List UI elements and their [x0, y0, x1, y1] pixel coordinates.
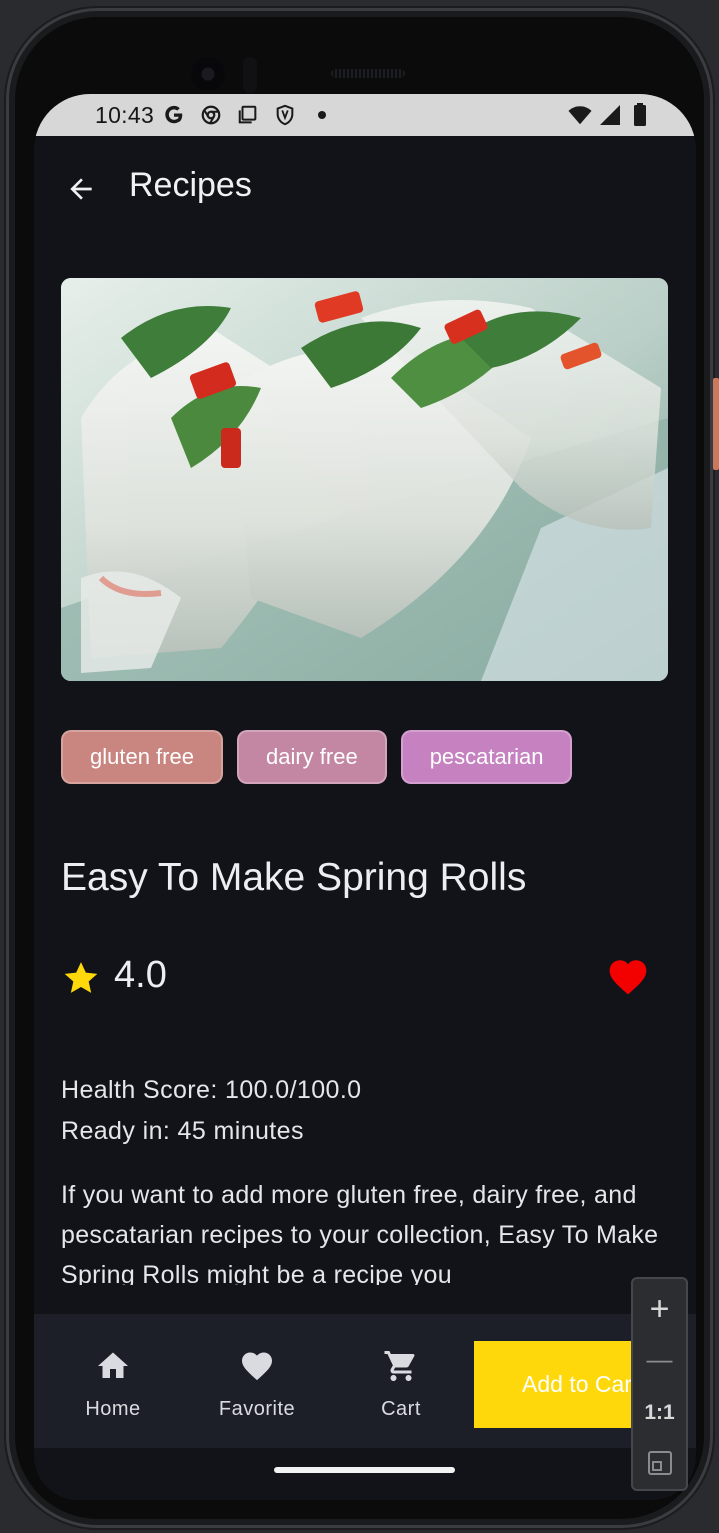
zoom-out-icon: — [646, 1343, 673, 1374]
home-icon [98, 1352, 128, 1378]
rating-row: 4.0 [61, 950, 661, 1000]
recipe-info: Health Score: 100.0/100.0 Ready in: 45 m… [61, 1070, 361, 1152]
cart-icon [384, 1351, 415, 1381]
nav-favorite[interactable]: Favorite [192, 1348, 322, 1421]
tag-label: dairy free [265, 744, 358, 769]
home-indicator[interactable] [274, 1467, 455, 1473]
zoom-in-button[interactable]: + [633, 1285, 686, 1333]
front-camera [191, 57, 225, 91]
status-time: 10:43 [95, 102, 155, 128]
health-score: Health Score: 100.0/100.0 [61, 1076, 362, 1104]
favorite-heart-icon[interactable] [607, 956, 649, 996]
dot-icon [310, 103, 334, 127]
actual-size-button[interactable]: 1:1 [633, 1391, 686, 1435]
recipe-image [61, 278, 668, 681]
system-icons [568, 103, 652, 127]
status-bar: 10:43 [34, 94, 696, 136]
battery-icon [628, 103, 652, 127]
power-button[interactable] [713, 378, 719, 470]
arrow-back-icon [70, 178, 92, 200]
nav-label-favorite: Favorite [218, 1398, 296, 1420]
screenshot-icon [236, 103, 260, 127]
fit-screen-icon [647, 1451, 672, 1475]
notification-icons [162, 103, 334, 127]
tag-gluten-free[interactable]: gluten free [61, 730, 223, 784]
emulator-zoom-controls: + — 1:1 [631, 1277, 688, 1491]
fit-screen-button[interactable] [633, 1443, 686, 1483]
star-icon [64, 962, 98, 993]
bottom-navigation: Home Favorite Cart Add to Cart [34, 1314, 696, 1448]
proximity-sensor [243, 57, 257, 93]
nav-label-home: Home [85, 1398, 141, 1420]
google-g-icon [162, 103, 186, 127]
page-title: Recipes [129, 166, 252, 204]
diet-tags: gluten free dairy free pescatarian [61, 730, 573, 784]
earpiece-speaker [331, 69, 405, 78]
tag-label: gluten free [90, 744, 194, 769]
actual-size-label: 1:1 [644, 1401, 675, 1424]
tag-label: pescatarian [429, 744, 544, 769]
wifi-icon [568, 103, 592, 127]
nav-home[interactable]: Home [48, 1348, 178, 1421]
recipe-description: If you want to add more gluten free, dai… [61, 1181, 659, 1285]
rating-value: 4.0 [114, 954, 167, 996]
tag-pescatarian[interactable]: pescatarian [400, 730, 573, 784]
zoom-out-button[interactable]: — [633, 1337, 686, 1381]
back-button[interactable] [58, 166, 104, 212]
nav-label-cart: Cart [381, 1398, 421, 1420]
app-screen: 10:43 Recipes gluten free dairy free pes… [34, 94, 696, 1500]
signal-icon [598, 103, 622, 127]
chrome-icon [199, 103, 223, 127]
heart-icon [242, 1352, 272, 1381]
nav-cart[interactable]: Cart [336, 1348, 466, 1421]
shield-icon [273, 103, 297, 127]
tag-dairy-free[interactable]: dairy free [236, 730, 387, 784]
ready-in: Ready in: 45 minutes [61, 1117, 304, 1145]
recipe-title: Easy To Make Spring Rolls [61, 856, 527, 899]
zoom-in-icon: + [649, 1289, 670, 1328]
top-app-bar: Recipes [34, 136, 696, 240]
